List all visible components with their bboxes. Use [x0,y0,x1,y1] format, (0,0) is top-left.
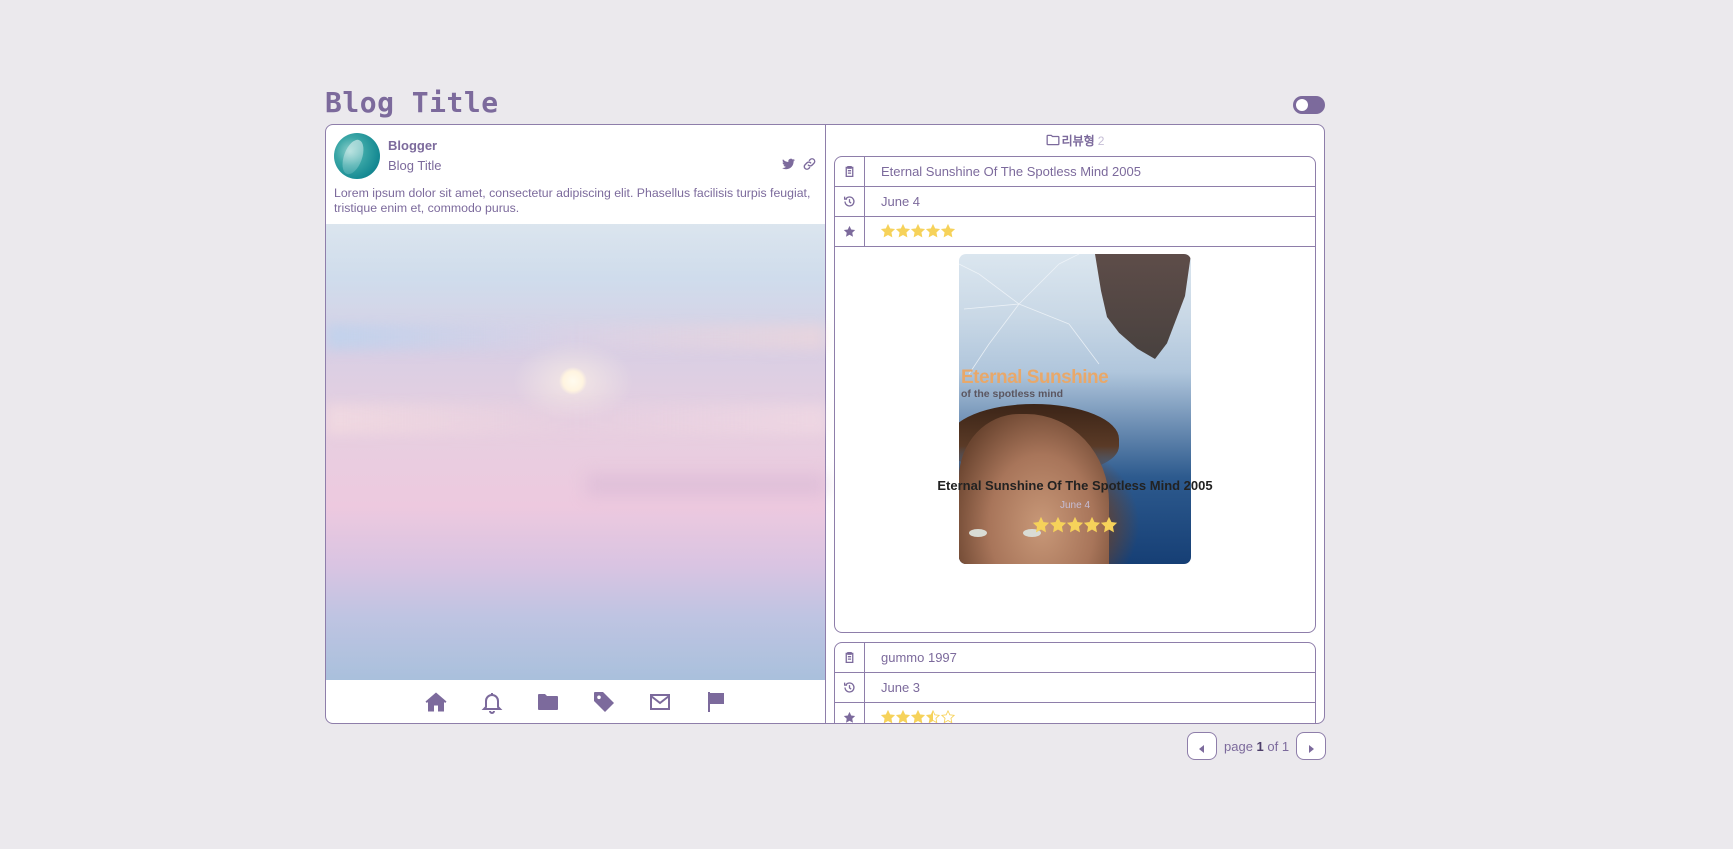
history-icon [835,673,865,702]
blogger-subtitle: Blog Title [388,158,442,173]
post-rating-row [835,217,1315,247]
post-title-row: gummo 1997 [835,643,1315,673]
post-date: June 3 [881,680,921,695]
clipboard-icon [835,157,865,186]
poster-title-text: Eternal Sunshine [961,367,1109,388]
category-header[interactable]: 리뷰형 2 [826,132,1324,149]
hero-cloud [586,474,826,496]
next-page-button[interactable] [1296,732,1327,760]
rating-star-icon [925,709,941,723]
poster-subtitle-text: of the spotless mind [961,388,1064,400]
flag-icon[interactable] [704,690,728,714]
post-date-row: June 3 [835,673,1315,703]
bell-icon[interactable] [480,690,504,714]
post-card-date: June 4 [1059,500,1091,511]
rating-star-icon [880,709,896,723]
rating-star-icon [1049,516,1067,533]
home-icon[interactable] [424,690,448,714]
rating-star-icon [910,709,926,723]
post-title[interactable]: gummo 1997 [881,650,957,665]
folder-icon[interactable] [536,690,560,714]
post-rating-row [835,703,1315,723]
clipboard-icon [835,643,865,672]
rating-star-icon [1100,516,1118,533]
rating-star-icon [1066,516,1084,533]
folder-outline-icon [1046,134,1060,146]
avatar[interactable] [334,133,380,179]
post-card-rating [835,516,1315,533]
page-prefix: page [1224,738,1253,754]
rating-stars [880,223,956,238]
profile-panel: Blogger Blog Title Lorem ipsum dolor sit… [326,125,826,723]
bio-text: Lorem ipsum dolor sit amet, consectetur … [334,186,811,215]
rating-star-icon [925,223,941,238]
category-name: 리뷰형 [1061,134,1095,148]
page-sep: of [1267,738,1279,754]
toggle-knob [1296,99,1308,111]
theme-toggle[interactable] [1293,96,1325,114]
post-title[interactable]: Eternal Sunshine Of The Spotless Mind 20… [881,164,1141,179]
profile-header: Blogger Blog Title [334,133,818,179]
post-card[interactable]: Eternal Sunshine Of The Spotless Mind 20… [834,156,1316,633]
blog-frame: Blogger Blog Title Lorem ipsum dolor sit… [325,124,1325,724]
tag-icon[interactable] [592,690,616,714]
page-indicator: page 1 of 1 [1224,739,1289,754]
post-title-row: Eternal Sunshine Of The Spotless Mind 20… [835,157,1315,187]
history-icon [835,187,865,216]
blogger-name: Blogger [388,138,438,153]
rating-star-icon [880,223,896,238]
rating-star-icon [1083,516,1101,533]
twitter-icon[interactable] [781,157,797,171]
post-card-title[interactable]: Eternal Sunshine Of The Spotless Mind 20… [835,478,1315,493]
hero-image [326,224,826,680]
mail-icon[interactable] [648,690,672,714]
rating-star-icon [910,223,926,238]
profile-bio: Lorem ipsum dolor sit amet, consectetur … [334,186,820,216]
post-date-row: June 4 [835,187,1315,217]
post-list-panel: 리뷰형 2 Eternal Sunshine Of The Spotless Mi… [826,125,1324,723]
social-links [781,157,818,171]
category-count: 2 [1097,134,1105,148]
hero-cloud [326,404,825,434]
rating-star-icon [1032,516,1050,533]
post-date: June 4 [881,194,921,209]
pagination: page 1 of 1 [1187,732,1327,760]
rating-star-icon [940,709,956,723]
star-icon [835,217,865,246]
rating-star-icon [940,223,956,238]
caret-left-icon [1197,741,1207,753]
blog-title[interactable]: Blog Title [325,86,499,119]
star-icon [835,703,865,723]
post-card[interactable]: gummo 1997 June 3 [834,642,1316,723]
page-total: 1 [1281,738,1290,754]
rating-star-icon [895,223,911,238]
link-icon[interactable] [802,157,818,171]
hero-cloud [326,324,825,350]
rating-stars [880,709,956,723]
bottom-nav [326,680,825,723]
page-current: 1 [1256,738,1264,754]
caret-right-icon [1306,741,1316,753]
prev-page-button[interactable] [1187,732,1217,760]
rating-star-icon [895,709,911,723]
